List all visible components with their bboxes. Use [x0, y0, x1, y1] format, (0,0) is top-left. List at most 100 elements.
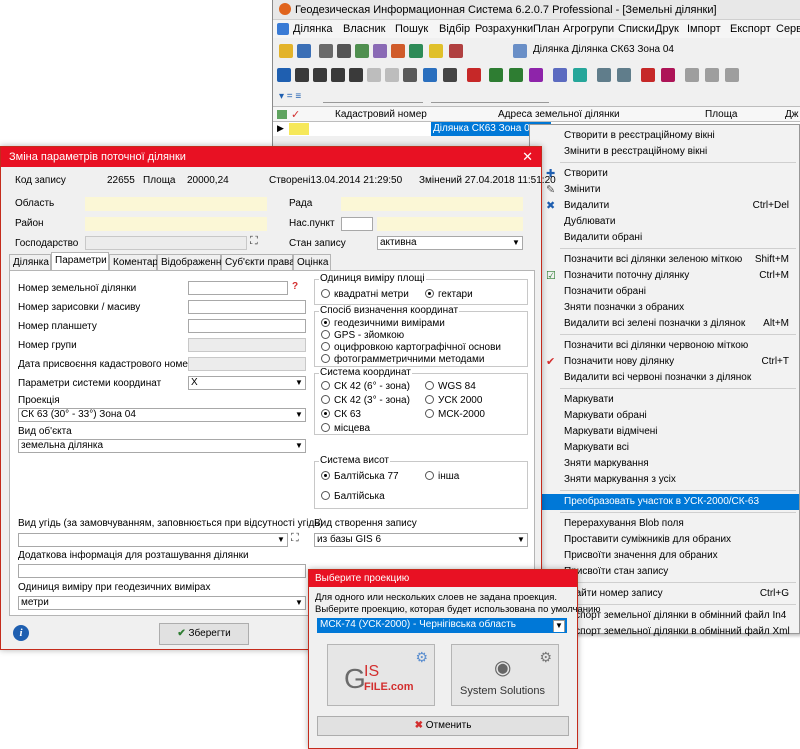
- col-address[interactable]: Адреса земельної ділянки: [498, 109, 620, 120]
- nomer-planshetu-field[interactable]: [188, 319, 306, 333]
- chevron-down-icon[interactable]: ▼: [511, 238, 521, 248]
- chevron-down-icon[interactable]: ▼: [294, 410, 304, 420]
- tab-dilyanka[interactable]: Ділянка: [9, 254, 51, 270]
- radio-sq-meters[interactable]: квадратні метри: [321, 289, 409, 300]
- context-menu-item[interactable]: Зняти маркування: [530, 456, 799, 472]
- save-button[interactable]: ✔ Зберегти: [159, 623, 249, 645]
- chevron-down-icon[interactable]: ▼: [294, 378, 304, 388]
- context-menu-item[interactable]: ✖ Видалити Ctrl+Del: [530, 198, 799, 214]
- system-solutions-button[interactable]: ⚙ ◉ System Solutions: [451, 644, 559, 706]
- context-menu-item[interactable]: ✔ Позначити нову ділянку Ctrl+T: [530, 354, 799, 370]
- context-menu-item[interactable]: Маркувати відмічені: [530, 424, 799, 440]
- nomer-grupy-field[interactable]: [188, 338, 306, 352]
- lookup-icon[interactable]: ?: [292, 281, 298, 292]
- context-menu-item[interactable]: ✎ Змінити: [530, 182, 799, 198]
- next-record-icon[interactable]: [313, 68, 327, 82]
- table-icon[interactable]: [355, 44, 369, 58]
- filter-row[interactable]: ▾ = ≡: [273, 88, 800, 106]
- radio-sk63[interactable]: СК 63: [321, 409, 361, 420]
- rada-field[interactable]: [341, 197, 523, 211]
- col-dzh[interactable]: Дж: [785, 109, 798, 120]
- radio-photogrammetry[interactable]: фотограмметричними методами: [321, 354, 484, 365]
- layer-select-icon[interactable]: [513, 44, 527, 58]
- filter-field-2[interactable]: [431, 90, 549, 103]
- map-icon[interactable]: [409, 44, 423, 58]
- context-menu-item[interactable]: Маркувати всі: [530, 440, 799, 456]
- radio-digitizing[interactable]: оцифровкою картографічної основи: [321, 342, 501, 353]
- menu-spysky[interactable]: Списки: [618, 23, 655, 35]
- chevron-down-icon[interactable]: ▼: [516, 535, 526, 545]
- context-menu-item[interactable]: Проставити суміжників для обраних: [530, 532, 799, 548]
- tab-komentari[interactable]: Коментарі: [109, 254, 160, 270]
- radio-hectares[interactable]: гектари: [425, 289, 473, 300]
- radio-usk2000[interactable]: УСК 2000: [425, 395, 482, 406]
- filter-icon[interactable]: [489, 68, 503, 82]
- context-menu-item[interactable]: Маркувати: [530, 392, 799, 408]
- check-icon[interactable]: [367, 68, 381, 82]
- print-icon[interactable]: [661, 68, 675, 82]
- menu-plan[interactable]: План: [533, 23, 560, 35]
- parametry-systemy-select[interactable]: X ▼: [188, 376, 306, 390]
- home-icon[interactable]: [337, 44, 351, 58]
- pin-icon[interactable]: [449, 44, 463, 58]
- odynytsya-geo-select[interactable]: метри ▼: [18, 596, 306, 610]
- table-view-icon[interactable]: [597, 68, 611, 82]
- save-record-icon[interactable]: [443, 68, 457, 82]
- data-prysvoennya-field[interactable]: [188, 357, 306, 371]
- chevron-down-icon[interactable]: ▼: [294, 598, 304, 608]
- vyd-stvorennya-select[interactable]: из базы GIS 6 ▼: [314, 533, 528, 547]
- context-menu-item[interactable]: Змінити в реєстраційному вікні: [530, 144, 799, 160]
- context-menu-item[interactable]: Зняти позначки з обраних: [530, 300, 799, 316]
- context-menu-item[interactable]: Створити в реєстраційному вікні: [530, 128, 799, 144]
- cancel-button[interactable]: ✖ Отменить: [317, 716, 569, 736]
- page-icon[interactable]: [685, 68, 699, 82]
- document-icon[interactable]: [277, 23, 289, 35]
- form-view-icon[interactable]: [617, 68, 631, 82]
- gospodarstvo-field[interactable]: [85, 236, 247, 250]
- vyd-ugid-select[interactable]: ▼: [18, 533, 288, 547]
- context-menu-item[interactable]: Видалити всі зелені позначки з ділянок Al…: [530, 316, 799, 332]
- menu-druk[interactable]: Друк: [655, 23, 679, 35]
- stats-icon[interactable]: [573, 68, 587, 82]
- binoculars-icon[interactable]: ⛶: [291, 532, 299, 545]
- layer-icon[interactable]: [279, 44, 293, 58]
- context-menu-item[interactable]: Дублювати: [530, 214, 799, 230]
- menu-rozrakhunky[interactable]: Розрахунки: [475, 23, 533, 35]
- col-area[interactable]: Площа: [705, 109, 738, 120]
- context-menu-item[interactable]: Видалити всі червоні позначки з ділянок: [530, 370, 799, 386]
- help-icon[interactable]: [429, 44, 443, 58]
- paste-icon[interactable]: [725, 68, 739, 82]
- chart-icon[interactable]: [553, 68, 567, 82]
- menu-import[interactable]: Імпорт: [687, 23, 721, 35]
- tab-vidobrazhennya[interactable]: Відображення: [157, 254, 227, 270]
- dodatkova-field[interactable]: [18, 564, 306, 578]
- chevron-down-icon[interactable]: ▼: [294, 441, 304, 451]
- export-icon[interactable]: [467, 68, 481, 82]
- save-icon[interactable]: [297, 44, 311, 58]
- radio-baltic[interactable]: Балтійська: [321, 491, 385, 502]
- tab-otsinka[interactable]: Оцінка: [293, 254, 331, 270]
- radio-other[interactable]: інша: [425, 471, 459, 482]
- rayon-field[interactable]: [85, 217, 267, 231]
- tab-subekty[interactable]: Суб'єкти права: [221, 254, 295, 270]
- context-menu-item[interactable]: Позначити всі ділянки зеленою міткою Shif…: [530, 252, 799, 268]
- menu-dilyanka[interactable]: Ділянка: [293, 23, 333, 35]
- context-menu-item[interactable]: Преобразовать участок в УСК-2000/СК-63: [530, 494, 799, 510]
- last-record-icon[interactable]: [331, 68, 345, 82]
- context-menu-item[interactable]: Видалити обрані: [530, 230, 799, 246]
- naspunkt-field[interactable]: [377, 217, 523, 231]
- filter-field-1[interactable]: [323, 90, 423, 103]
- radio-gps[interactable]: GPS - зйомкою: [321, 330, 404, 341]
- list-icon[interactable]: [373, 44, 387, 58]
- binoculars-icon[interactable]: ⛶: [250, 235, 258, 248]
- sort-icon[interactable]: [509, 68, 523, 82]
- up-icon[interactable]: [349, 68, 363, 82]
- chevron-down-icon[interactable]: ▼: [276, 535, 286, 545]
- menu-poshuk[interactable]: Пошук: [395, 23, 428, 35]
- palette-icon[interactable]: [391, 44, 405, 58]
- tab-parametry[interactable]: Параметри: [51, 252, 109, 270]
- context-menu-item[interactable]: Маркувати обрані: [530, 408, 799, 424]
- context-menu-item[interactable]: Зняти маркування з усіх: [530, 472, 799, 488]
- menu-vidbir[interactable]: Відбір: [439, 23, 470, 35]
- nomer-zarysovky-field[interactable]: [188, 300, 306, 314]
